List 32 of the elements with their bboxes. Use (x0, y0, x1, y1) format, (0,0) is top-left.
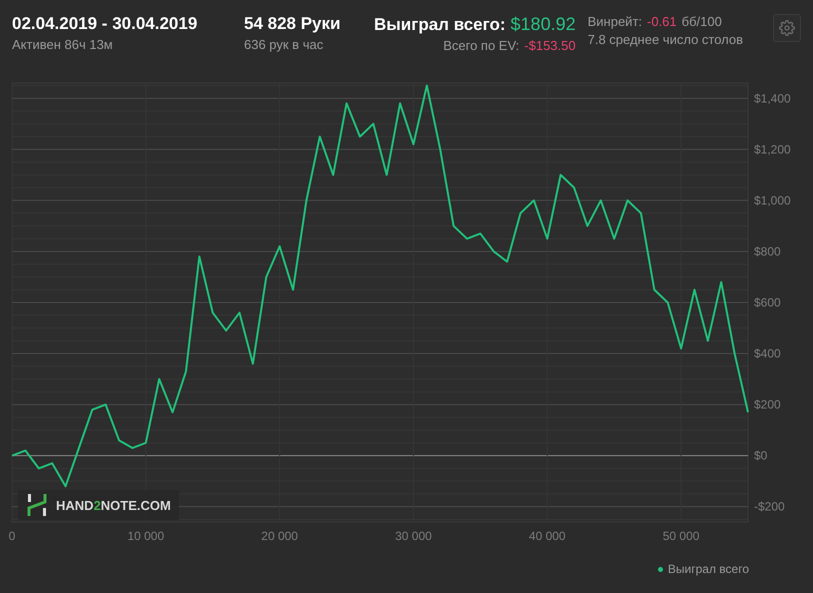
x-tick-label: 30 000 (395, 529, 432, 543)
y-tick-label: $1,200 (754, 142, 791, 156)
won-label: Выиграл всего: (374, 15, 506, 35)
y-tick-label: $1,000 (754, 193, 791, 208)
x-tick-label: 50 000 (662, 529, 700, 543)
winrate-value: -0.61 (647, 14, 677, 29)
x-tick-label: 0 (8, 529, 16, 543)
settings-icon (779, 20, 795, 36)
y-tick-label: $1,400 (754, 91, 791, 106)
y-tick-label: $800 (754, 244, 781, 258)
won-value: $180.92 (510, 14, 576, 35)
x-tick-label: 40 000 (528, 529, 566, 543)
x-tick-label: 10 000 (127, 529, 164, 543)
y-tick-label: -$200 (754, 500, 785, 514)
hands-count: 54 828 Руки (244, 14, 340, 34)
winrate-label: Винрейт: (588, 14, 642, 29)
logo-text: HAND2NOTE.COM (56, 498, 171, 512)
active-time: Активен 86ч 13м (12, 37, 113, 52)
legend-label: Выиграл всего (668, 562, 749, 576)
y-tick-label: $0 (754, 448, 768, 463)
tables-average: 7.8 среднее число столов (588, 32, 744, 47)
y-tick-label: $400 (754, 346, 781, 361)
logo-icon (26, 494, 48, 516)
x-tick-label: 20 000 (261, 529, 298, 543)
ev-label: Всего по EV: (443, 38, 520, 53)
hands-per-hour: 636 рук в час (244, 37, 324, 52)
date-range: 02.04.2019 - 30.04.2019 (12, 14, 198, 34)
winrate-unit: бб/100 (682, 14, 722, 29)
settings-button[interactable] (773, 14, 801, 42)
y-tick-label: $200 (754, 398, 781, 412)
y-tick-label: $600 (754, 296, 781, 310)
ev-value: -$153.50 (524, 38, 576, 53)
